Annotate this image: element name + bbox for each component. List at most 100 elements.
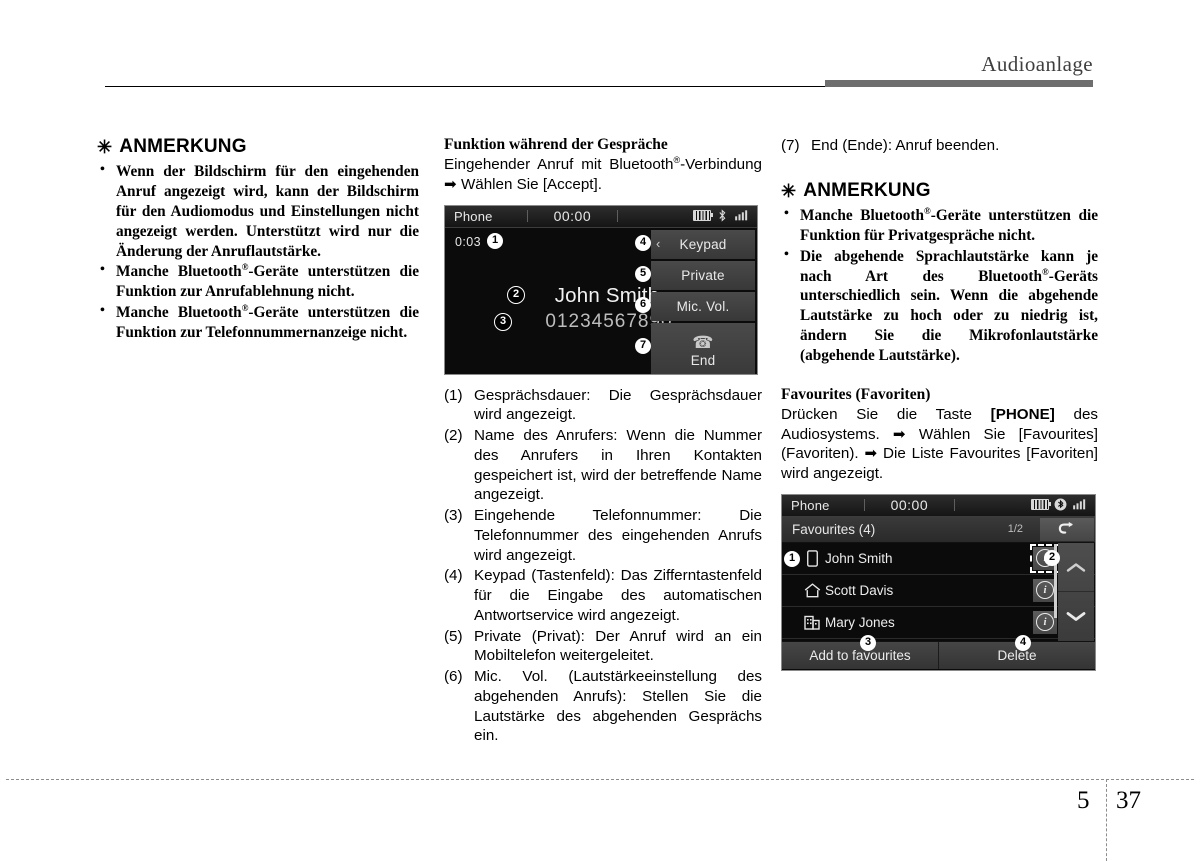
mic-vol-button[interactable]: Mic. Vol. (651, 291, 755, 321)
callout-badge-1: 1 (784, 550, 800, 567)
note-heading-label: ANMERKUNG (803, 179, 931, 201)
scroll-down-button[interactable] (1058, 591, 1094, 641)
note-item: Die abgehende Sprachlautstärke kann je n… (781, 246, 1098, 366)
list-item-marker: (7) (781, 137, 800, 154)
callout-badge-3: 3 (860, 634, 876, 651)
callout-badge-7: 7 (635, 337, 651, 354)
list-item-text: Gesprächsdauer: Die Gesprächsdauer wird … (474, 386, 762, 424)
bluetooth-icon (1054, 498, 1067, 511)
callout-badge-2: 2 (1044, 549, 1060, 566)
keypad-button-label: Keypad (679, 236, 727, 252)
battery-icon (693, 209, 713, 221)
callout-badge-6: 6 (635, 296, 651, 313)
status-bar-separator (617, 210, 619, 223)
list-item-marker: (5) (444, 627, 463, 645)
list-item-text: Keypad (Tastenfeld): Das Zifferntastenfe… (474, 567, 762, 624)
call-screen-body: 0:03 1 John Smith 2 01234567890 3 ‹ Keyp… (445, 228, 757, 374)
keypad-button[interactable]: ‹ Keypad (651, 229, 755, 259)
middle-column: Funktion während der Gespräche Eingehend… (444, 136, 762, 747)
note-item: Manche Bluetooth®-Geräte unterstützen di… (97, 261, 419, 302)
list-item-text: Name des Anrufers: Wenn die Nummer des A… (474, 427, 762, 504)
page-title: Audioanlage (981, 52, 1093, 76)
callout-description-list: (1) Gesprächsdauer: Die Gesprächsdauer w… (444, 386, 762, 747)
favourites-intro: Drücken Sie die Taste [PHONE] des Audios… (781, 405, 1098, 484)
list-item-marker: (3) (444, 507, 463, 525)
screen-status-bar: Phone 00:00 (445, 205, 757, 228)
info-icon: i (1036, 581, 1054, 600)
private-button[interactable]: Private (651, 260, 755, 290)
call-action-buttons: ‹ Keypad Private Mic. Vol. ☎ End (651, 229, 755, 374)
callout-badge-2: 2 (507, 285, 525, 304)
battery-icon (1031, 498, 1051, 510)
note-item: Manche Bluetooth®-Geräte unterstützen di… (781, 205, 1098, 246)
favourites-intro-part1: Drücken Sie die Taste (781, 405, 991, 423)
note-list-left: Wenn der Bildschirm für den eingehenden … (97, 161, 419, 343)
list-item-marker: (6) (444, 668, 463, 686)
note-item-text: Wenn der Bildschirm für den eingehenden … (116, 163, 419, 260)
callout-badge-5: 5 (635, 265, 651, 282)
status-bar-separator (954, 499, 956, 512)
favourite-name: John Smith (825, 550, 893, 566)
signal-icon (1073, 499, 1086, 510)
list-item-marker: (2) (444, 427, 463, 445)
list-item: (2) Name des Anrufers: Wenn die Nummer d… (444, 426, 762, 505)
callout-badge-4: 4 (635, 234, 651, 251)
note-heading-left: ✳ ANMERKUNG (97, 136, 419, 158)
status-bar-icons (693, 208, 751, 222)
list-item: (5) Private (Privat): Der Anruf wird an … (444, 627, 762, 667)
chapter-number: 5 (1077, 787, 1090, 814)
favourites-screen-figure: Phone 00:00 Favourites (4) 1/2 John Smit… (781, 493, 1096, 671)
favourite-row-mary-jones[interactable]: Mary Jones i (782, 607, 1095, 639)
page-indicator: 1/2 (1007, 523, 1023, 536)
call-screen-figure: Phone 00:00 0:03 1 John Smith 2 01234567… (444, 204, 758, 375)
list-item-text: Eingehende Telefonnummer: Die Telefonnum… (474, 507, 762, 564)
section-title: Funktion während der Gespräche (444, 136, 668, 153)
left-column: ✳ ANMERKUNG Wenn der Bildschirm für den … (97, 136, 419, 344)
delete-label: Delete (997, 647, 1037, 663)
note-item: Wenn der Bildschirm für den eingehenden … (97, 161, 419, 261)
page-footer: 5 37 (0, 779, 1200, 861)
favourites-footer: Add to favourites Delete (782, 640, 1095, 669)
mobile-phone-icon (799, 550, 825, 567)
callout-description-list-continued: (7) End (Ende): Anruf beenden. (781, 136, 1098, 156)
info-icon: i (1036, 613, 1054, 632)
footer-vertical-divider (1106, 779, 1107, 861)
list-item: (7) End (Ende): Anruf beenden. (781, 136, 1098, 156)
phone-key-label: [PHONE] (990, 405, 1055, 423)
note-item-text: Manche Bluetooth®-Geräte unterstützen di… (116, 303, 419, 342)
list-item: (6) Mic. Vol. (Lautstärkeeinstellung des… (444, 667, 762, 746)
header-rule-thin (105, 86, 825, 87)
favourite-name: Mary Jones (825, 614, 895, 630)
callout-badge-4: 4 (1015, 634, 1031, 651)
note-item-text: Manche Bluetooth®-Geräte unterstützen di… (800, 205, 1098, 244)
list-item-marker: (4) (444, 567, 463, 585)
office-building-icon (799, 614, 825, 631)
header-rule-thick (825, 80, 1093, 87)
bluetooth-icon (719, 208, 726, 222)
right-column: (7) End (Ende): Anruf beenden. ✳ ANMERKU… (781, 136, 1098, 671)
status-bar-separator (863, 499, 865, 512)
favourites-list: John Smith i Scott Davis i (782, 542, 1095, 641)
note-heading-right: ✳ ANMERKUNG (781, 180, 1098, 202)
section-intro: Eingehender Anruf mit Bluetooth®-Verbind… (444, 155, 762, 193)
asterisk-icon: ✳ (97, 137, 113, 157)
status-bar-clock: 00:00 (553, 208, 592, 225)
page-header: Audioanlage (0, 52, 1200, 100)
back-button[interactable] (1040, 517, 1094, 541)
add-to-favourites-label: Add to favourites (809, 647, 911, 663)
favourite-name: Scott Davis (825, 582, 894, 598)
asterisk-icon: ✳ (781, 180, 797, 201)
note-item: Manche Bluetooth®-Geräte unterstützen di… (97, 302, 419, 343)
chevron-down-icon (1066, 612, 1086, 622)
home-icon (799, 583, 825, 598)
list-item: (1) Gesprächsdauer: Die Gesprächsdauer w… (444, 386, 762, 426)
status-bar-label: Phone (791, 497, 830, 513)
mic-vol-button-label: Mic. Vol. (676, 298, 730, 314)
scroll-up-button[interactable] (1058, 543, 1094, 592)
end-call-button[interactable]: ☎ End (651, 322, 755, 374)
list-item: (4) Keypad (Tastenfeld): Das Zifferntast… (444, 566, 762, 625)
favourite-row-scott-davis[interactable]: Scott Davis i (782, 575, 1095, 607)
list-item: (3) Eingehende Telefonnummer: Die Telefo… (444, 506, 762, 565)
chevron-left-icon: ‹ (656, 235, 661, 251)
status-bar-clock: 00:00 (890, 497, 929, 514)
